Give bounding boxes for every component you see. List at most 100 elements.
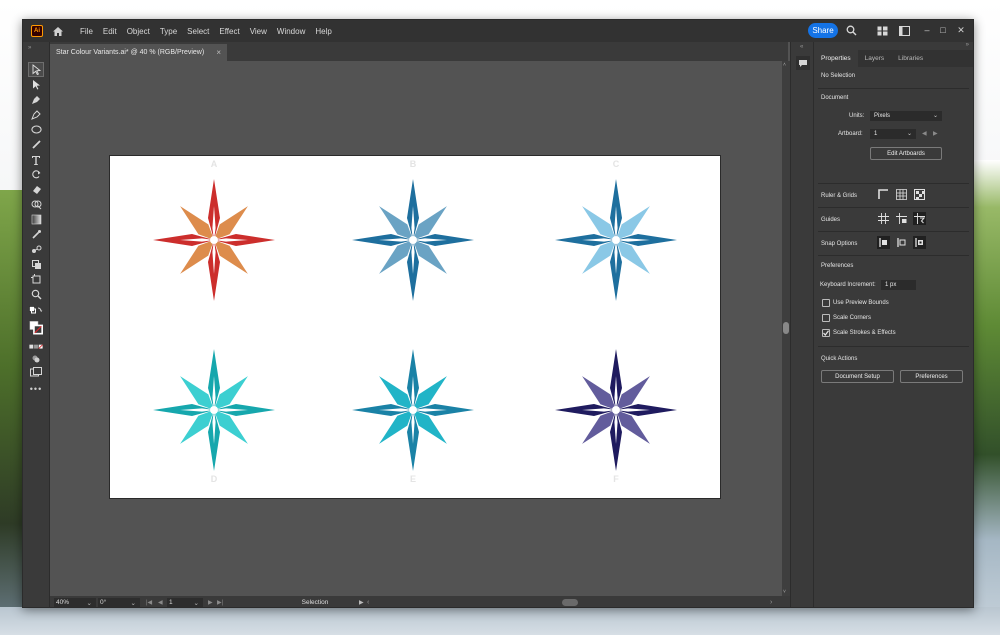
type-tool-icon[interactable] (29, 153, 43, 166)
more-tools-icon[interactable]: ••• (29, 382, 43, 395)
search-icon[interactable] (845, 24, 858, 37)
document-setup-button[interactable]: Document Setup (821, 370, 894, 383)
snap-to-grid-icon[interactable] (895, 236, 908, 249)
artboard[interactable]: A B C D E F (109, 155, 721, 499)
comments-icon[interactable] (796, 56, 810, 70)
shape-builder-tool-icon[interactable] (29, 198, 43, 211)
grid-icon[interactable] (895, 188, 908, 201)
menu-window[interactable]: Window (272, 27, 310, 36)
rotate-tool-icon[interactable] (29, 168, 43, 181)
toolbar-grip-icon[interactable]: » (28, 45, 31, 51)
pen-tool-icon[interactable] (29, 93, 43, 106)
menu-view[interactable]: View (245, 27, 272, 36)
preferences-section: Preferences Keyboard Increment: 1 px Use… (818, 255, 969, 345)
fill-stroke-swatches-icon[interactable] (29, 319, 43, 336)
close-window-icon[interactable]: ✕ (953, 22, 969, 38)
previous-artboard-arrow-icon[interactable]: ◀ (922, 130, 927, 137)
menu-edit[interactable]: Edit (98, 27, 122, 36)
scroll-right-icon[interactable]: › (770, 598, 772, 607)
rotate-view-value: 0° (100, 599, 107, 606)
canvas-area[interactable]: A B C D E F (50, 61, 782, 596)
artboard-navigation-field[interactable]: 1 ⌄ (167, 598, 203, 607)
lock-guides-icon[interactable] (895, 212, 908, 225)
edit-artboards-button[interactable]: Edit Artboards (870, 147, 942, 160)
eraser-tool-icon[interactable] (29, 183, 43, 196)
home-icon[interactable] (51, 24, 65, 38)
preferences-heading: Preferences (821, 263, 854, 269)
screen-mode-icon[interactable] (29, 365, 43, 378)
menu-help[interactable]: Help (310, 27, 336, 36)
next-artboard-icon[interactable]: ▶ (208, 598, 213, 607)
dock-grip-icon[interactable]: « (800, 44, 803, 50)
units-dropdown[interactable]: Pixels ⌄ (870, 111, 942, 121)
previous-artboard-icon[interactable]: ◀ (158, 598, 163, 607)
next-artboard-arrow-icon[interactable]: ▶ (933, 130, 938, 137)
document-tab-close-icon[interactable]: × (216, 48, 221, 57)
tab-layers[interactable]: Layers (858, 50, 892, 67)
eyedropper-tool-icon[interactable] (29, 228, 43, 241)
menu-file[interactable]: File (75, 27, 98, 36)
paintbrush-tool-icon[interactable] (29, 138, 43, 151)
last-artboard-icon[interactable]: ▶| (217, 598, 223, 607)
curvature-tool-icon[interactable] (29, 108, 43, 121)
scale-corners-checkbox[interactable] (822, 314, 830, 322)
tab-libraries[interactable]: Libraries (891, 50, 930, 67)
preferences-button[interactable]: Preferences (900, 370, 963, 383)
document-tab[interactable]: Star Colour Variants.ai* @ 40 % (RGB/Pre… (50, 44, 227, 61)
scroll-left-icon[interactable]: ‹ (367, 598, 369, 607)
panel-collapse-icon[interactable]: » (966, 42, 969, 48)
star-d[interactable] (151, 347, 277, 473)
star-c[interactable] (553, 177, 679, 303)
status-menu-icon[interactable]: ▶ (359, 598, 364, 607)
keyboard-increment-field[interactable]: 1 px (881, 280, 916, 290)
artboard-navigation-dropdown-icon[interactable]: ⌄ (194, 599, 199, 607)
keyboard-increment-label: Keyboard Increment: (820, 282, 876, 288)
smart-guides-icon[interactable] (913, 212, 926, 225)
ruler-icon[interactable] (877, 188, 890, 201)
symbol-sprayer-tool-icon[interactable] (29, 258, 43, 271)
menu-type[interactable]: Type (155, 27, 182, 36)
snap-to-pixel-icon[interactable] (913, 236, 926, 249)
star-b[interactable] (350, 177, 476, 303)
minimize-icon[interactable]: – (919, 22, 935, 38)
star-f[interactable] (553, 347, 679, 473)
zoom-tool-icon[interactable] (29, 288, 43, 301)
tab-properties[interactable]: Properties (814, 50, 858, 67)
use-preview-bounds-checkbox[interactable] (822, 299, 830, 307)
artboard-dropdown[interactable]: 1 ⌄ (870, 129, 916, 139)
selection-tool-icon[interactable] (28, 62, 44, 77)
drawing-mode-icon[interactable] (29, 352, 43, 365)
gradient-tool-icon[interactable] (29, 213, 43, 226)
vertical-scrollbar[interactable]: ˄ ˅ (782, 61, 790, 596)
current-tool-status: Selection (301, 599, 329, 606)
first-artboard-icon[interactable]: |◀ (146, 598, 152, 607)
menu-bar: Ai File Edit Object Type Select Effect V… (23, 20, 973, 42)
scroll-down-icon[interactable]: ˅ (783, 589, 786, 595)
scale-corners-label: Scale Corners (833, 315, 872, 321)
menu-select[interactable]: Select (182, 27, 214, 36)
show-guides-icon[interactable] (877, 212, 890, 225)
star-a[interactable] (151, 177, 277, 303)
maximize-icon[interactable]: □ (935, 22, 951, 38)
direct-selection-tool-icon[interactable] (29, 78, 43, 91)
share-button[interactable]: Share (808, 23, 838, 38)
default-fill-stroke-icon[interactable] (29, 304, 43, 317)
zoom-field[interactable]: 40% ⌄ (54, 598, 96, 607)
arrange-documents-icon[interactable] (898, 24, 911, 37)
zoom-dropdown-icon[interactable]: ⌄ (87, 599, 92, 607)
ellipse-tool-icon[interactable] (29, 123, 43, 136)
horizontal-scroll-thumb[interactable] (562, 599, 578, 606)
blend-tool-icon[interactable] (29, 243, 43, 256)
artboard-tool-icon[interactable] (29, 273, 43, 286)
scroll-up-icon[interactable]: ˄ (783, 62, 786, 68)
vertical-scroll-thumb[interactable] (783, 322, 789, 334)
rotate-dropdown-icon[interactable]: ⌄ (131, 599, 136, 607)
snap-to-point-icon[interactable] (877, 236, 890, 249)
menu-effect[interactable]: Effect (214, 27, 244, 36)
transparency-grid-icon[interactable] (913, 188, 926, 201)
scale-strokes-effects-checkbox[interactable] (822, 329, 830, 337)
workspace-switcher-icon[interactable] (876, 24, 889, 37)
menu-object[interactable]: Object (122, 27, 155, 36)
star-e[interactable] (350, 347, 476, 473)
rotate-view-field[interactable]: 0° ⌄ (98, 598, 140, 607)
